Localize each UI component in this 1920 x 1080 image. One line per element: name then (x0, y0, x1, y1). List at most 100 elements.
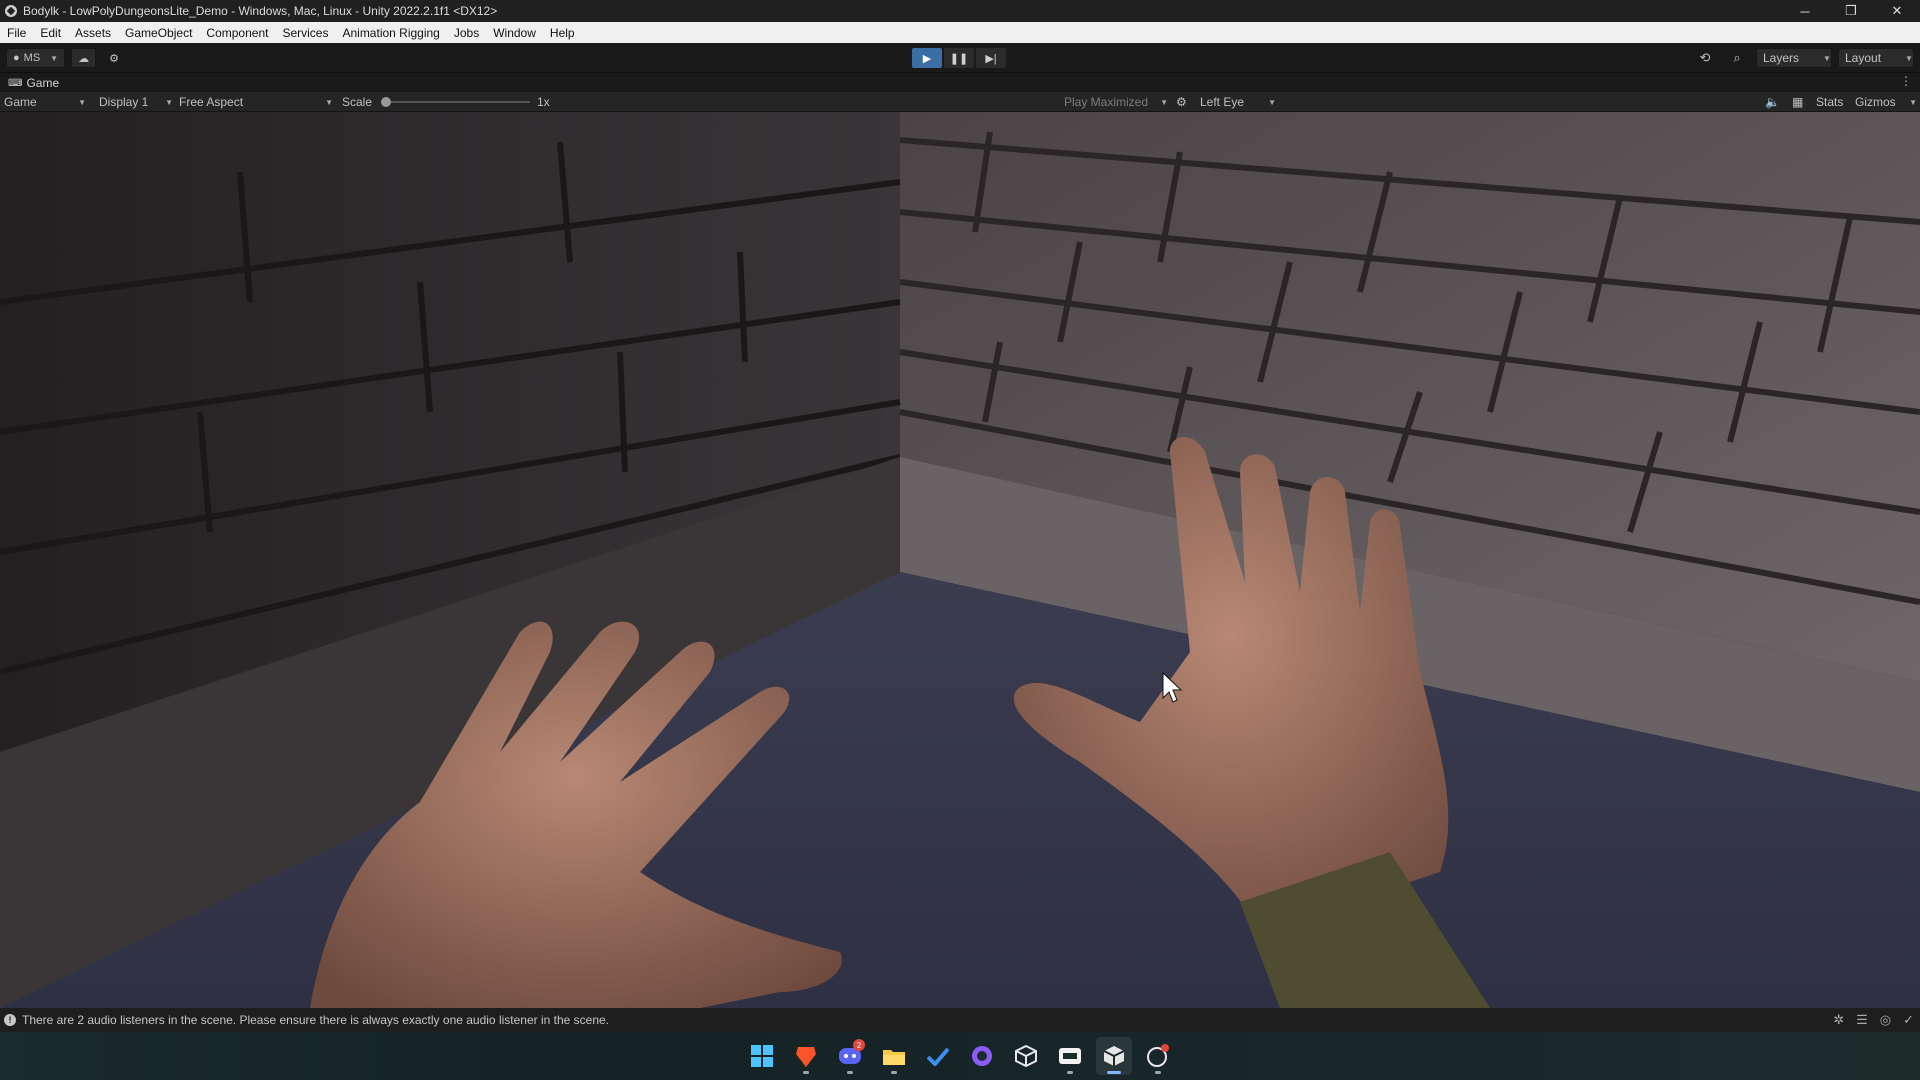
taskbar-app-notification[interactable] (1140, 1037, 1176, 1075)
info-icon: ! (4, 1014, 16, 1026)
chevron-down-icon: ▼ (1160, 97, 1168, 107)
unity-logo-icon (5, 5, 17, 17)
game-mode-dropdown[interactable]: Game ▼ (4, 92, 86, 112)
layout-dropdown[interactable]: Layout ▼ (1838, 48, 1914, 68)
menu-jobs[interactable]: Jobs (447, 26, 486, 40)
menu-animation-rigging[interactable]: Animation Rigging (335, 26, 446, 40)
menu-services[interactable]: Services (275, 26, 335, 40)
folder-icon (883, 1050, 905, 1065)
taskbar-unity-editor[interactable] (1096, 1037, 1132, 1075)
chevron-down-icon: ▼ (50, 53, 59, 63)
menu-component[interactable]: Component (199, 26, 275, 40)
close-button[interactable]: ✕ (1874, 0, 1920, 22)
chevron-down-icon: ▼ (325, 97, 333, 107)
scene-render (0, 112, 1920, 1008)
menu-edit[interactable]: Edit (33, 26, 68, 40)
gizmos-label: Gizmos (1855, 95, 1896, 109)
play-icon: ▶ (922, 52, 932, 65)
layers-label: Layers (1763, 51, 1800, 65)
running-indicator (847, 1071, 853, 1074)
chevron-down-icon: ▼ (1905, 53, 1913, 63)
chevron-down-icon: ▼ (1823, 53, 1831, 63)
account-label: MS (23, 52, 41, 64)
pause-button[interactable]: ❚❚ (944, 48, 974, 68)
title-bar: Bodylk - LowPolyDungeonsLite_Demo - Wind… (0, 0, 1920, 22)
history-icon: ⟲ (1699, 50, 1711, 65)
menu-window[interactable]: Window (486, 26, 543, 40)
menu-help[interactable]: Help (543, 26, 582, 40)
check-icon[interactable]: ✓ (1903, 1012, 1914, 1028)
eye-dropdown[interactable]: Left Eye ▼ (1200, 92, 1276, 112)
scale-slider-handle[interactable] (381, 97, 391, 107)
menu-assets[interactable]: Assets (68, 26, 118, 40)
mute-audio-icon[interactable]: 🔈 (1765, 92, 1780, 112)
taskbar-github-desktop[interactable] (964, 1037, 1000, 1075)
cloud-icon: ☁ (78, 52, 90, 65)
tab-game[interactable]: ⌨ Game (0, 74, 67, 92)
search-icon: ⌕ (1733, 50, 1741, 65)
game-viewport[interactable] (0, 112, 1920, 1008)
running-indicator (803, 1071, 809, 1074)
step-button[interactable]: ▶| (976, 48, 1006, 68)
collab-button[interactable]: ⚙ (102, 48, 126, 68)
play-mode-dropdown[interactable]: Play Maximized ▼ (1064, 92, 1168, 112)
display-label: Display 1 (99, 95, 149, 109)
chevron-down-icon: ▼ (1268, 97, 1276, 107)
debug-icon[interactable]: ✲ (1833, 1012, 1844, 1028)
cloud-button[interactable]: ☁ (71, 48, 97, 68)
game-tab-row: ⌨ Game ⋮ (0, 74, 1920, 92)
taskbar-obsidian[interactable] (1052, 1037, 1088, 1075)
main-toolbar: ● MS ▼ ☁ ⚙ ▶ ❚❚ ▶| ⟲ ⌕ Layers ▼ Layout ▼ (0, 43, 1920, 73)
minimize-button[interactable]: ─ (1782, 0, 1828, 22)
aspect-label: Free Aspect (179, 95, 244, 109)
gear-icon: ⚙ (109, 52, 119, 65)
running-indicator (1067, 1071, 1073, 1074)
play-button[interactable]: ▶ (912, 48, 942, 68)
brave-lion-icon (796, 1047, 816, 1067)
unity-hub-icon (1015, 1045, 1037, 1067)
chevron-down-icon: ▼ (1909, 97, 1917, 107)
menu-file[interactable]: File (0, 26, 33, 40)
grid-icon[interactable]: ▦ (1792, 92, 1803, 112)
bake-icon[interactable]: ◎ (1880, 1012, 1891, 1028)
tab-game-label: Game (26, 76, 60, 90)
restore-button[interactable]: ❐ (1828, 0, 1874, 22)
window-title: Bodylk - LowPolyDungeonsLite_Demo - Wind… (23, 4, 498, 18)
undo-history-button[interactable]: ⟲ (1692, 48, 1718, 68)
chevron-down-icon: ▼ (78, 97, 86, 107)
taskbar-discord[interactable]: 2 (832, 1037, 868, 1075)
more-options-icon[interactable]: ⋮ (1900, 74, 1912, 88)
eye-label: Left Eye (1200, 95, 1245, 109)
circle-app-icon (1147, 1044, 1169, 1067)
account-dropdown[interactable]: ● MS ▼ (6, 48, 66, 68)
stats-button[interactable]: Stats (1816, 92, 1843, 112)
running-indicator (1155, 1071, 1161, 1074)
display-dropdown[interactable]: Display 1 ▼ (99, 92, 173, 112)
play-mode-label: Play Maximized (1064, 95, 1149, 109)
game-view-toolbar: Game ▼ Display 1 ▼ Free Aspect ▼ Scale 1… (0, 92, 1920, 112)
aspect-dropdown[interactable]: Free Aspect ▼ (179, 92, 333, 112)
console-status-bar[interactable]: ! There are 2 audio listeners in the sce… (0, 1008, 1920, 1032)
checkmark-icon (927, 1047, 949, 1066)
playmode-controls: ▶ ❚❚ ▶| (912, 48, 1006, 68)
gizmos-dropdown[interactable]: Gizmos ▼ (1855, 92, 1917, 112)
menu-gameobject[interactable]: GameObject (118, 26, 199, 40)
account-icon: ● (13, 52, 20, 64)
layers-dropdown[interactable]: Layers ▼ (1756, 48, 1832, 68)
vr-settings-icon[interactable]: ⚙ (1176, 92, 1187, 112)
unity-logo-icon (1103, 1046, 1125, 1066)
taskbar-todo[interactable] (920, 1037, 956, 1075)
windows-logo-icon (751, 1045, 773, 1067)
game-mode-label: Game (4, 95, 37, 109)
menu-bar: File Edit Assets GameObject Component Se… (0, 22, 1920, 43)
taskbar-unity-hub[interactable] (1008, 1037, 1044, 1075)
layout-label: Layout (1845, 51, 1882, 65)
scale-slider-track[interactable] (385, 101, 530, 103)
monitor-app-icon (1059, 1048, 1081, 1064)
windows-start-button[interactable] (744, 1037, 780, 1075)
taskbar-brave[interactable] (788, 1037, 824, 1075)
stack-icon[interactable]: ☰ (1856, 1012, 1868, 1028)
search-button[interactable]: ⌕ (1724, 48, 1750, 68)
running-indicator (891, 1071, 897, 1074)
taskbar-file-explorer[interactable] (876, 1037, 912, 1075)
